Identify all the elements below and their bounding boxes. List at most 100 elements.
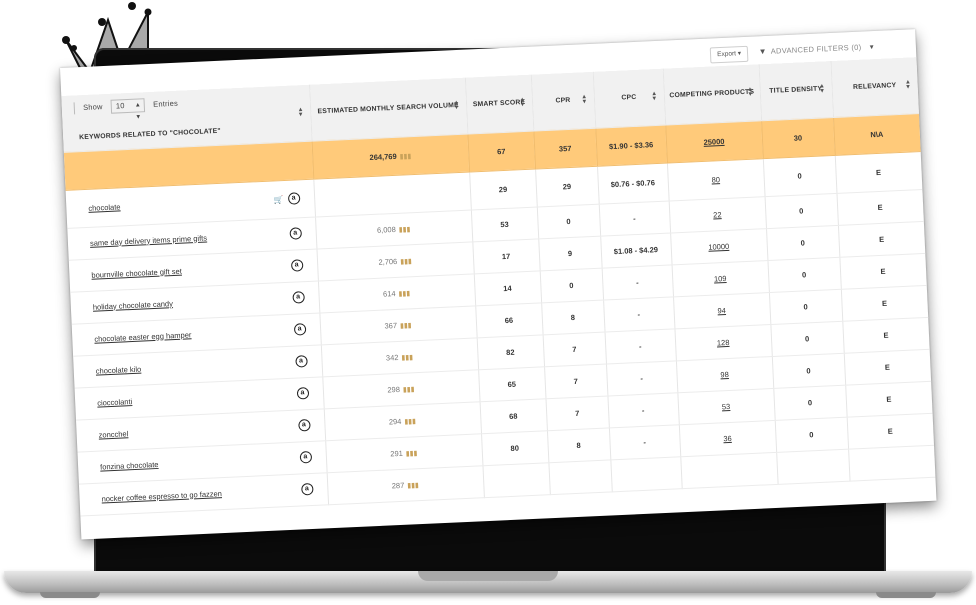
column-header-volume[interactable]: ESTIMATED MONTHLY SEARCH VOLUME ▲ ▼: [309, 77, 468, 141]
bar-chart-icon[interactable]: ▮▮▮: [406, 450, 418, 458]
smart-score-cell: 29: [469, 168, 537, 210]
amazon-icon[interactable]: a: [291, 291, 305, 304]
bar-chart-icon[interactable]: ▮▮▮: [403, 386, 415, 394]
cpc-cell: -: [607, 392, 679, 428]
entries-select[interactable]: 10 ▲ ▼: [110, 98, 146, 121]
keyword-link[interactable]: cioccolanti: [97, 397, 132, 408]
sort-icon[interactable]: ▲ ▼: [297, 107, 304, 118]
summary-competing[interactable]: 25000: [665, 120, 763, 163]
title-density-cell: 0: [770, 320, 844, 357]
sort-icon[interactable]: ▲ ▼: [519, 97, 526, 108]
sort-icon[interactable]: ▲ ▼: [905, 79, 912, 90]
show-entries-control: Show 10 ▲ ▼ Entries: [73, 97, 179, 121]
amazon-icon[interactable]: a: [288, 227, 302, 240]
sort-icon[interactable]: ▲ ▼: [581, 94, 588, 105]
export-button[interactable]: Export ▾: [709, 45, 749, 64]
amazon-icon[interactable]: a: [299, 451, 312, 464]
cpc-cell: -: [603, 296, 675, 332]
amazon-icon[interactable]: a: [287, 192, 300, 205]
cpc-cell: $1.08 - $4.29: [600, 232, 672, 268]
column-header-smart-score[interactable]: SMART SCORE ▲ ▼: [464, 74, 534, 134]
cpc-cell: [610, 456, 682, 492]
amazon-icon[interactable]: a: [293, 323, 306, 336]
summary-cpr: 357: [533, 127, 597, 169]
bar-chart-icon[interactable]: ▮▮▮: [398, 290, 410, 298]
bar-chart-icon[interactable]: ▮▮▮: [399, 226, 411, 234]
keyword-link[interactable]: zoncchel: [98, 429, 128, 439]
keywords-table: Show 10 ▲ ▼ Entries KEYWORDS RELATED TO "…: [61, 57, 936, 516]
bar-chart-icon[interactable]: ▮▮▮: [404, 418, 416, 426]
amazon-icon[interactable]: a: [296, 387, 309, 400]
bar-chart-icon[interactable]: ▮▮▮: [407, 482, 419, 490]
entries-value: 10: [115, 101, 125, 111]
laptop-foot-left: [40, 592, 100, 598]
column-header-label: KEYWORDS RELATED TO "CHOCOLATE": [79, 127, 221, 141]
amazon-icon[interactable]: a: [294, 355, 308, 368]
competing-cell[interactable]: 10000: [670, 228, 768, 265]
keyword-link[interactable]: holiday chocolate candy: [93, 299, 173, 312]
competing-cell[interactable]: 98: [675, 356, 774, 393]
competing-cell[interactable]: [680, 451, 778, 489]
keyword-link[interactable]: nocker coffee espresso to go fazzen: [101, 489, 222, 503]
competing-cell[interactable]: 80: [666, 158, 765, 201]
competing-cell[interactable]: 128: [674, 324, 772, 361]
relevancy-cell: E: [842, 316, 930, 353]
competing-cell[interactable]: 94: [672, 292, 771, 329]
column-header-relevancy[interactable]: RELEVANCY ▲ ▼: [830, 57, 919, 117]
cpr-cell: 8: [546, 427, 611, 463]
keyword-link[interactable]: bournville chocolate gift set: [91, 266, 182, 279]
amazon-icon[interactable]: a: [300, 482, 314, 496]
competing-cell[interactable]: 109: [671, 260, 769, 297]
column-header-label: CPR: [555, 97, 571, 105]
column-header-label: CPC: [621, 94, 637, 102]
shopping-cart-icon[interactable]: 🛒: [274, 194, 284, 203]
title-density-cell: 0: [765, 224, 840, 261]
chevron-down-icon: ▾: [869, 42, 875, 52]
column-header-title-density[interactable]: TITLE DENSITY ▲ ▼: [758, 61, 834, 121]
cpc-cell: -: [605, 360, 678, 396]
relevancy-cell: E: [845, 380, 933, 417]
column-header-cpc[interactable]: CPC ▲ ▼: [592, 68, 666, 128]
column-header-competing[interactable]: COMPETING PRODUCTS ▲ ▼: [662, 64, 762, 125]
title-density-cell: 0: [764, 192, 838, 229]
cpc-cell: -: [604, 328, 676, 364]
amazon-icon[interactable]: a: [290, 259, 303, 272]
bar-chart-icon[interactable]: ▮▮▮: [400, 322, 412, 330]
cpr-cell: 8: [541, 299, 605, 335]
bar-chart-icon[interactable]: ▮▮▮: [399, 153, 411, 161]
cpc-cell: -: [601, 264, 673, 300]
advanced-filters-button[interactable]: ▼ ADVANCED FILTERS (0) ▾: [758, 40, 874, 59]
summary-title-density: 30: [761, 116, 835, 159]
sort-icon[interactable]: ▲ ▼: [651, 91, 658, 102]
keyword-link[interactable]: chocolate easter egg hamper: [94, 330, 191, 343]
sort-arrows-icon: ▲ ▼: [134, 102, 142, 121]
competing-cell[interactable]: 53: [677, 387, 775, 425]
advanced-filters-label: ADVANCED FILTERS (0): [770, 42, 862, 56]
bar-chart-icon[interactable]: ▮▮▮: [400, 258, 412, 266]
competing-cell[interactable]: 22: [668, 196, 766, 233]
keyword-link[interactable]: same day delivery items prime gifts: [90, 233, 207, 247]
column-header-cpr[interactable]: CPR ▲ ▼: [530, 71, 596, 131]
cpr-cell: 7: [544, 363, 608, 399]
smart-score-cell: 80: [481, 430, 549, 466]
keyword-link[interactable]: chocolate kilo: [96, 364, 142, 375]
column-header-keywords[interactable]: Show 10 ▲ ▼ Entries KEYWORDS RELATED TO "…: [61, 84, 312, 152]
relevancy-cell: E: [834, 151, 923, 193]
competing-cell[interactable]: 36: [678, 419, 777, 457]
relevancy-cell: E: [843, 348, 932, 385]
laptop-foot-right: [876, 592, 936, 598]
bar-chart-icon[interactable]: ▮▮▮: [401, 354, 413, 362]
cpr-cell: 9: [538, 235, 602, 271]
amazon-icon[interactable]: a: [297, 419, 311, 432]
title-density-cell: 0: [767, 256, 841, 293]
keyword-link[interactable]: chocolate: [88, 202, 120, 212]
sort-icon[interactable]: ▲ ▼: [453, 100, 460, 111]
summary-smart-score: 67: [467, 130, 536, 172]
smart-score-cell: 65: [478, 366, 546, 402]
title-density-cell: 0: [771, 352, 846, 388]
title-density-cell: 0: [773, 384, 847, 420]
sort-icon[interactable]: ▲ ▼: [819, 83, 826, 94]
sort-icon[interactable]: ▲ ▼: [747, 86, 754, 97]
keyword-link[interactable]: fonzina chocolate: [100, 459, 159, 471]
smart-score-cell: 68: [479, 398, 547, 434]
